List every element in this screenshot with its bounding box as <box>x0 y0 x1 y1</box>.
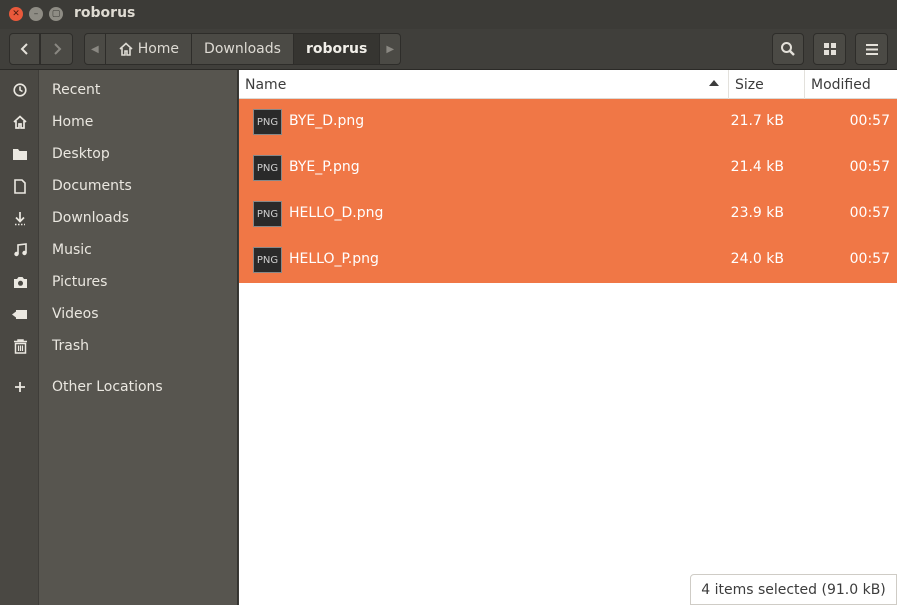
maximize-icon[interactable]: ▢ <box>49 7 63 21</box>
download-icon <box>11 209 29 227</box>
menu-icon <box>865 43 878 55</box>
file-modified: 00:57 <box>849 113 890 129</box>
sidebar-item-label: Recent <box>52 82 101 98</box>
sidebar-item-music[interactable]: Music <box>0 234 237 266</box>
file-row[interactable]: PNG BYE_P.png 21.4 kB 00:57 <box>239 145 897 191</box>
file-name: HELLO_D.png <box>289 205 384 221</box>
chevron-right-icon <box>53 43 61 55</box>
breadcrumb-roborus[interactable]: roborus <box>293 33 381 65</box>
chevron-left-icon <box>20 43 28 55</box>
column-header: Name Size Modified <box>239 70 897 99</box>
file-size: 23.9 kB <box>730 205 784 221</box>
file-size: 21.4 kB <box>730 159 784 175</box>
sidebar-item-label: Desktop <box>52 146 110 162</box>
column-header-modified[interactable]: Modified <box>805 70 897 99</box>
sidebar-item-label: Music <box>52 242 92 258</box>
window-title: roborus <box>74 5 136 21</box>
sidebar-item-label: Documents <box>52 178 132 194</box>
column-label: Name <box>245 76 287 93</box>
breadcrumb-label: Downloads <box>204 41 281 57</box>
sidebar-item-trash[interactable]: Trash <box>0 330 237 362</box>
sidebar-item-desktop[interactable]: Desktop <box>0 138 237 170</box>
camera-icon <box>11 273 29 291</box>
breadcrumb: ◀ Home Downloads roborus ▶ <box>84 33 402 65</box>
breadcrumb-home[interactable]: Home <box>105 33 193 65</box>
plus-icon <box>11 378 29 396</box>
sidebar-item-label: Downloads <box>52 210 129 226</box>
trash-icon <box>11 337 29 355</box>
forward-button[interactable] <box>40 33 73 65</box>
file-modified: 00:57 <box>849 159 890 175</box>
sidebar-item-label: Pictures <box>52 274 108 290</box>
png-file-icon: PNG <box>253 109 282 135</box>
file-modified: 00:57 <box>849 205 890 221</box>
sidebar: Recent Home Desktop Documents Downloads … <box>0 70 238 605</box>
clock-icon <box>11 81 29 99</box>
breadcrumb-downloads[interactable]: Downloads <box>192 33 294 65</box>
music-icon <box>11 241 29 259</box>
header-bar: ◀ Home Downloads roborus ▶ <box>0 29 897 70</box>
sidebar-item-label: Home <box>52 114 94 130</box>
close-icon[interactable]: ✕ <box>9 7 23 21</box>
sidebar-item-label: Other Locations <box>52 379 163 395</box>
sidebar-item-label: Videos <box>52 306 99 322</box>
folder-icon <box>11 145 29 163</box>
png-file-icon: PNG <box>253 201 282 227</box>
file-name: BYE_D.png <box>289 113 365 129</box>
home-icon <box>118 42 134 56</box>
path-scroll-right-button[interactable]: ▶ <box>380 33 402 65</box>
video-icon <box>11 305 29 323</box>
file-name: BYE_P.png <box>289 159 360 175</box>
menu-button[interactable] <box>855 33 888 65</box>
column-header-name[interactable]: Name <box>239 70 729 99</box>
sidebar-item-label: Trash <box>52 338 89 354</box>
file-list-view: Name Size Modified PNG BYE_D.png 21.7 kB… <box>239 70 897 605</box>
file-type-label: PNG <box>256 162 279 174</box>
path-scroll-left-button[interactable]: ◀ <box>84 33 106 65</box>
back-button[interactable] <box>9 33 40 65</box>
sort-ascending-icon <box>709 80 719 86</box>
window-titlebar: ✕ – ▢ roborus <box>0 0 897 29</box>
column-label: Size <box>735 76 764 93</box>
search-button[interactable] <box>772 33 804 65</box>
file-row[interactable]: PNG HELLO_D.png 23.9 kB 00:57 <box>239 191 897 237</box>
breadcrumb-label: roborus <box>305 41 368 57</box>
view-toggle-button[interactable] <box>813 33 846 65</box>
file-type-label: PNG <box>256 116 279 128</box>
search-icon <box>781 42 795 56</box>
minimize-icon[interactable]: – <box>29 7 43 21</box>
file-name: HELLO_P.png <box>289 251 379 267</box>
grid-view-icon <box>823 43 836 55</box>
sidebar-item-downloads[interactable]: Downloads <box>0 202 237 234</box>
file-type-label: PNG <box>256 208 279 220</box>
sidebar-item-recent[interactable]: Recent <box>0 74 237 106</box>
file-row[interactable]: PNG HELLO_P.png 24.0 kB 00:57 <box>239 237 897 283</box>
file-size: 21.7 kB <box>730 113 784 129</box>
sidebar-item-other-locations[interactable]: Other Locations <box>0 371 237 403</box>
column-header-size[interactable]: Size <box>729 70 805 99</box>
file-row[interactable]: PNG BYE_D.png 21.7 kB 00:57 <box>239 99 897 145</box>
breadcrumb-label: Home <box>137 41 180 57</box>
file-type-label: PNG <box>256 254 279 266</box>
png-file-icon: PNG <box>253 155 282 181</box>
document-icon <box>11 177 29 195</box>
home-icon <box>11 113 29 131</box>
sidebar-item-home[interactable]: Home <box>0 106 237 138</box>
sidebar-item-videos[interactable]: Videos <box>0 298 237 330</box>
file-size: 24.0 kB <box>730 251 784 267</box>
png-file-icon: PNG <box>253 247 282 273</box>
column-label: Modified <box>811 76 871 93</box>
sidebar-item-documents[interactable]: Documents <box>0 170 237 202</box>
file-modified: 00:57 <box>849 251 890 267</box>
selection-status: 4 items selected (91.0 kB) <box>690 574 897 605</box>
sidebar-item-pictures[interactable]: Pictures <box>0 266 237 298</box>
